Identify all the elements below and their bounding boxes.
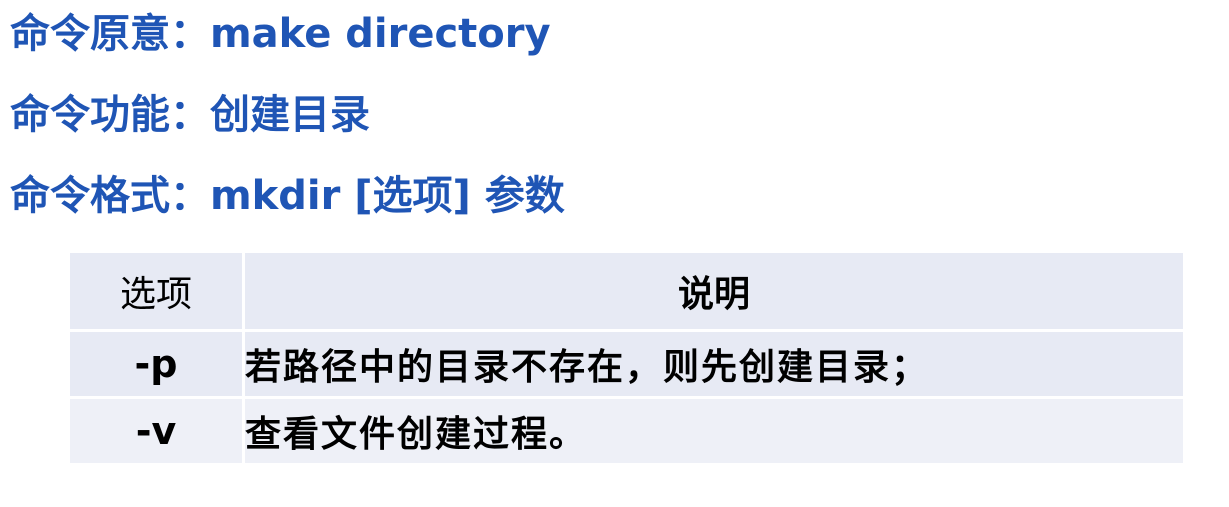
table-header-row: 选项 说明 [67, 250, 1186, 332]
option-column-header: 选项 [67, 250, 245, 332]
description-column-header: 说明 [242, 250, 1186, 332]
option-cell: -v [67, 396, 245, 466]
options-table: 选项 说明 -p 若路径中的目录不存在，则先创建目录； -v 查看文件创建过程。 [67, 250, 1186, 466]
command-origin-heading: 命令原意：make directory [10, 11, 551, 57]
description-cell: 查看文件创建过程。 [242, 396, 1186, 466]
description-cell: 若路径中的目录不存在，则先创建目录； [242, 329, 1186, 399]
option-cell: -p [67, 329, 245, 399]
command-function-heading: 命令功能：创建目录 [10, 92, 370, 138]
table-row: -v 查看文件创建过程。 [67, 396, 1186, 466]
command-format-heading: 命令格式：mkdir [选项] 参数 [10, 173, 565, 219]
table-row: -p 若路径中的目录不存在，则先创建目录； [67, 329, 1186, 399]
